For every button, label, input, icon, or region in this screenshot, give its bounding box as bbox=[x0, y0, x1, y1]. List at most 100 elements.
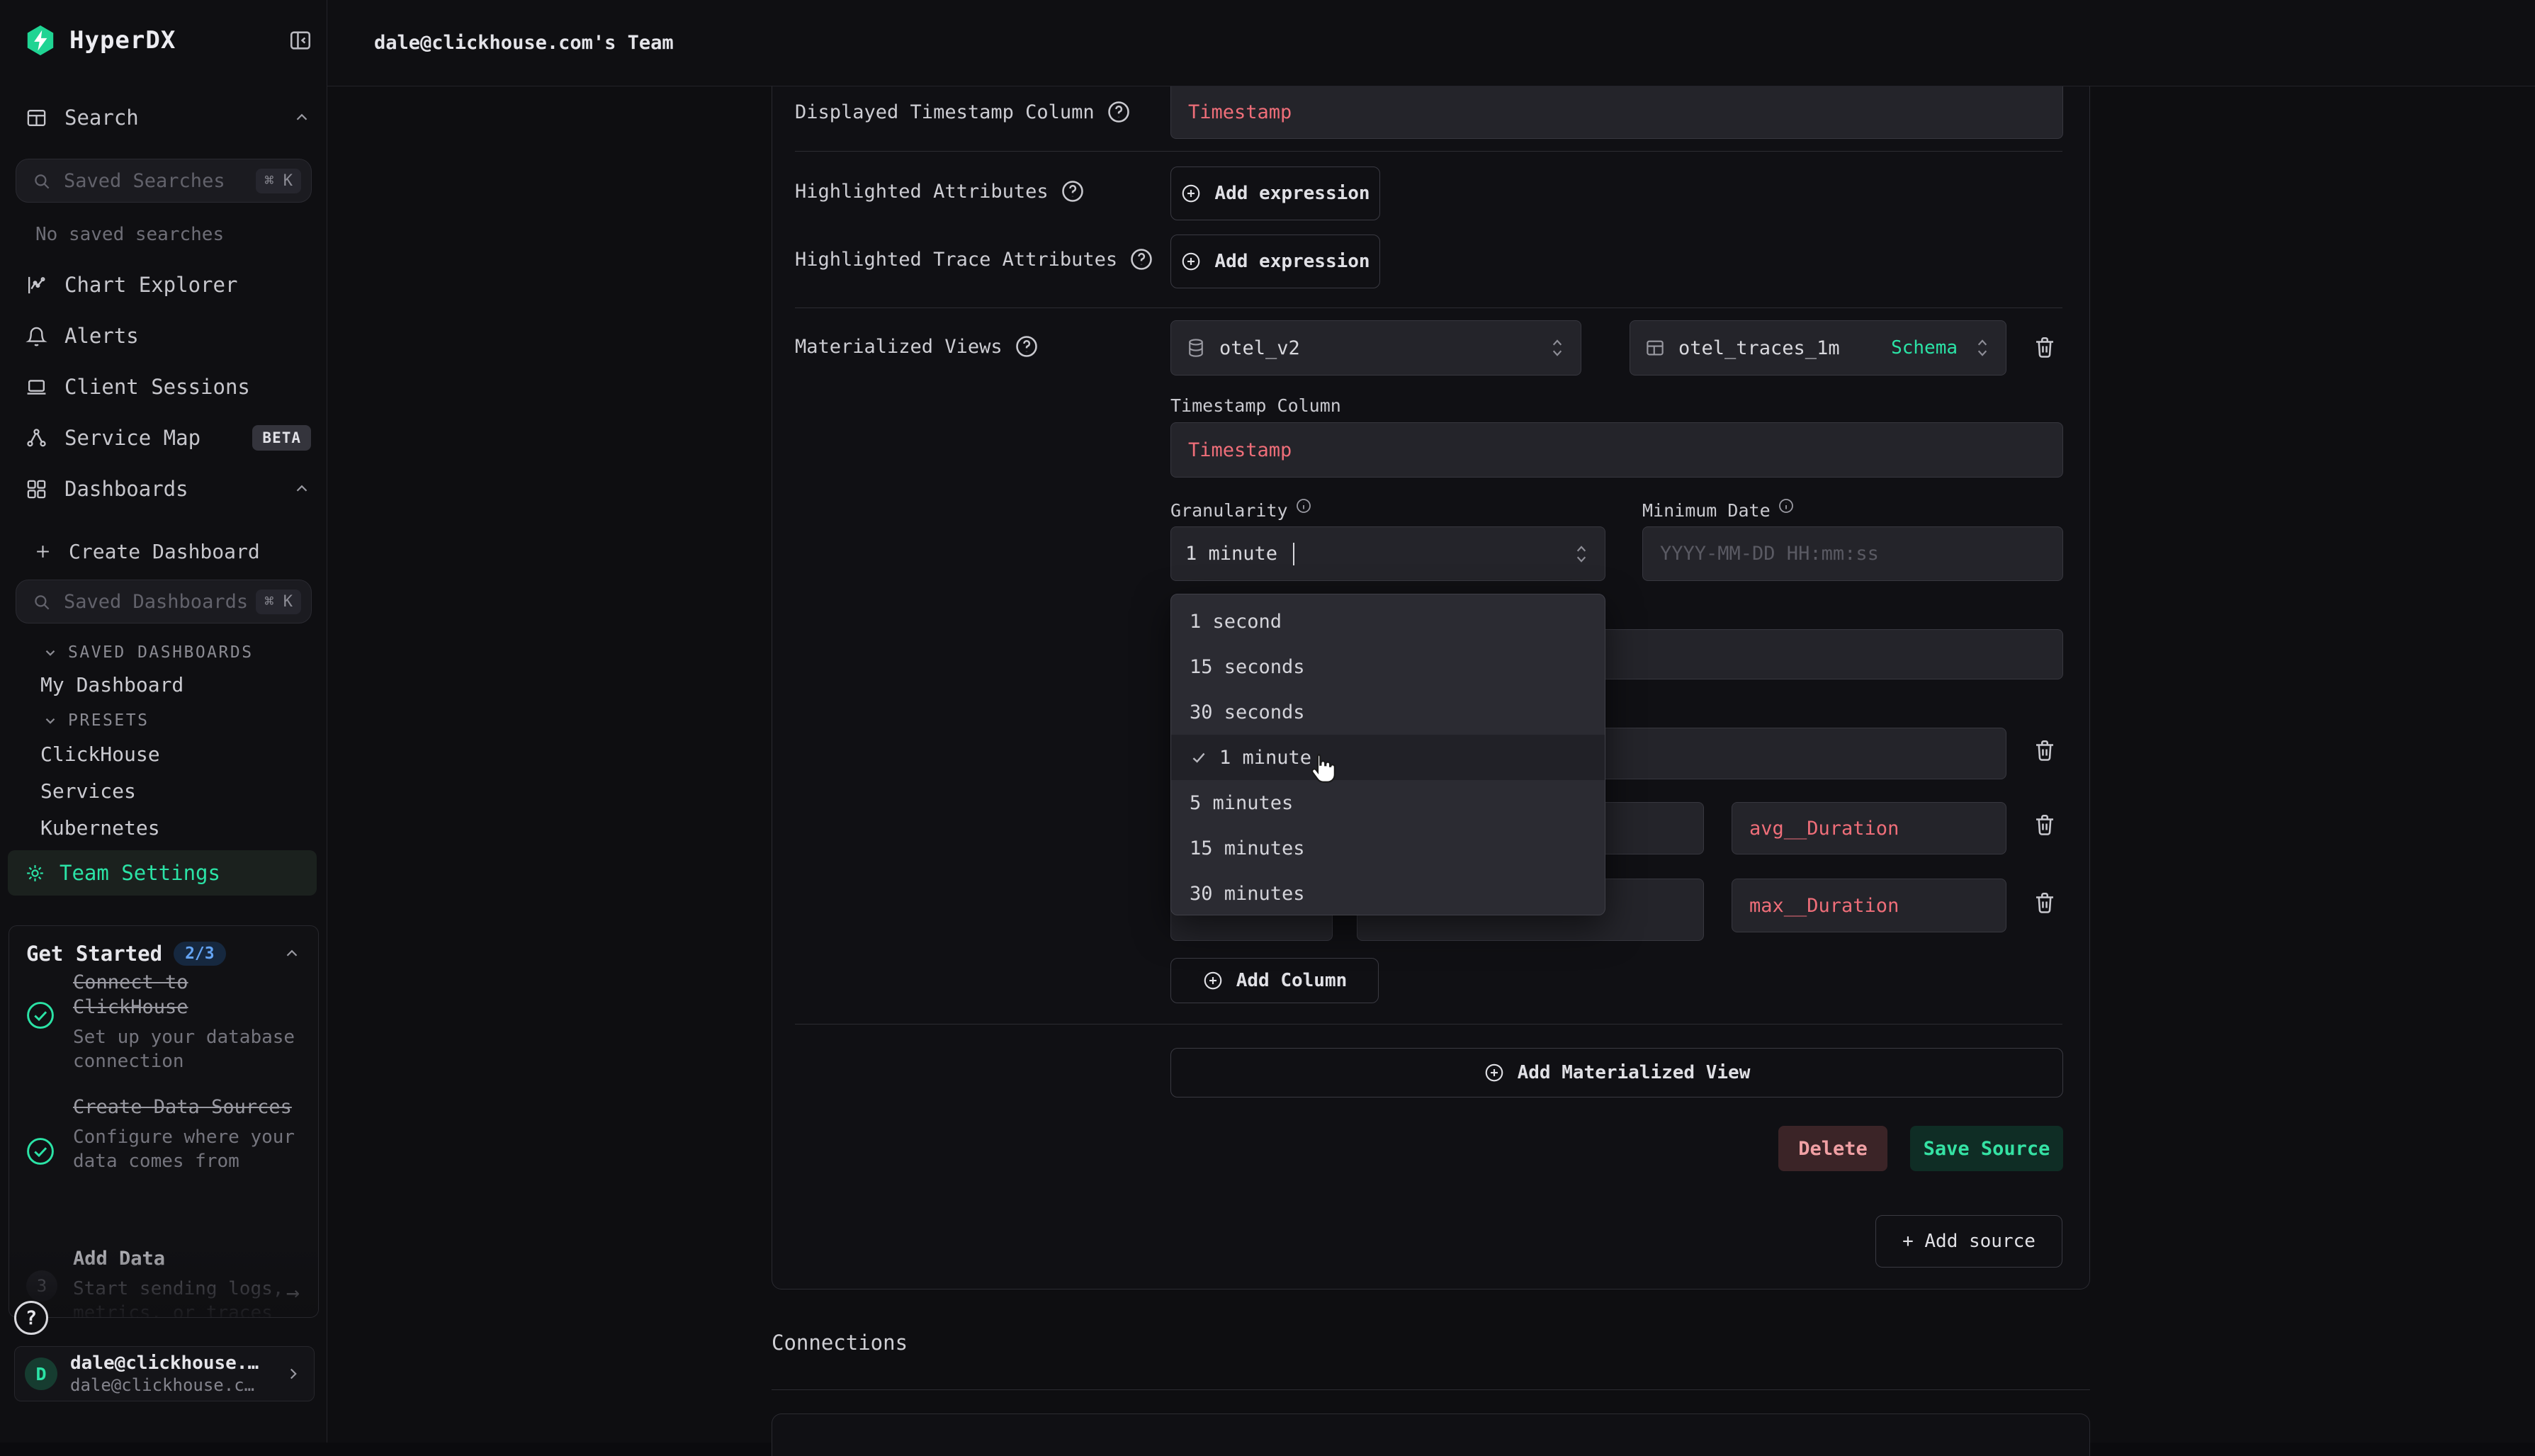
granularity-value: 1 minute bbox=[1185, 543, 1277, 565]
add-source-button[interactable]: + Add source bbox=[1875, 1215, 2062, 1268]
column-alias-input[interactable]: avg__Duration bbox=[1732, 802, 2006, 854]
sidebar-item-clickhouse[interactable]: ClickHouse bbox=[40, 743, 160, 766]
app-root: HyperDX Search Saved Searches ⌘ K No sav… bbox=[0, 0, 2535, 1443]
add-column-button[interactable]: Add Column bbox=[1170, 958, 1379, 1003]
plus-circle-icon bbox=[1180, 183, 1202, 204]
add-expression-button[interactable]: Add expression bbox=[1170, 167, 1380, 220]
chart-explorer-icon bbox=[26, 274, 47, 296]
get-started-step[interactable]: Add Data Start sending logs, metrics, or… bbox=[73, 1246, 307, 1318]
step-title: Create Data Sources bbox=[73, 1095, 307, 1119]
save-source-button[interactable]: Save Source bbox=[1910, 1126, 2063, 1171]
help-icon[interactable] bbox=[1129, 247, 1154, 272]
get-started-step[interactable]: Create Data Sources Configure where your… bbox=[73, 1095, 307, 1173]
table-select[interactable]: otel_traces_1m Schema bbox=[1630, 320, 2006, 376]
step-title: Connect to ClickHouse bbox=[73, 970, 307, 1020]
sidebar-item-team-settings[interactable]: Team Settings bbox=[8, 850, 317, 896]
section-label-text: PRESETS bbox=[68, 711, 149, 730]
delete-column-icon[interactable] bbox=[2032, 890, 2057, 915]
chevron-up-icon[interactable] bbox=[283, 944, 301, 963]
schema-link[interactable]: Schema bbox=[1891, 337, 1958, 359]
displayed-timestamp-input[interactable] bbox=[1170, 86, 2063, 139]
field-label: Displayed Timestamp Column bbox=[795, 101, 1095, 123]
table-select-value: otel_traces_1m bbox=[1678, 337, 1840, 359]
dropdown-option-selected[interactable]: 1 minute bbox=[1171, 735, 1605, 780]
table-icon bbox=[1644, 337, 1666, 359]
saved-dashboards-section[interactable]: SAVED DASHBOARDS bbox=[43, 643, 254, 662]
saved-dashboards-input[interactable]: Saved Dashboards ⌘ K bbox=[16, 580, 312, 623]
bell-icon bbox=[26, 325, 47, 347]
column-alias-input[interactable]: max__Duration bbox=[1732, 879, 2006, 932]
delete-materialized-view-icon[interactable] bbox=[2032, 334, 2057, 360]
sidebar-item-services[interactable]: Services bbox=[40, 779, 136, 803]
section-label-text: SAVED DASHBOARDS bbox=[68, 643, 254, 662]
sidebar-item-my-dashboard[interactable]: My Dashboard bbox=[40, 673, 184, 696]
sidebar-item-alerts[interactable]: Alerts bbox=[26, 319, 311, 353]
beta-badge: BETA bbox=[252, 425, 311, 451]
shortcut-badge: ⌘ K bbox=[256, 589, 301, 614]
search-icon bbox=[32, 592, 51, 611]
add-expression-button[interactable]: Add expression bbox=[1170, 235, 1380, 288]
dropdown-option[interactable]: 15 seconds bbox=[1171, 644, 1605, 689]
help-button[interactable]: ? bbox=[14, 1301, 48, 1335]
delete-column-icon[interactable] bbox=[2032, 812, 2057, 837]
database-icon bbox=[1185, 337, 1207, 359]
database-select-value: otel_v2 bbox=[1219, 337, 1300, 359]
user-info: dale@clickhouse.… dale@clickhouse.c… bbox=[70, 1353, 259, 1395]
delete-column-icon[interactable] bbox=[2032, 738, 2057, 763]
step-desc: Configure where your data comes from bbox=[73, 1125, 307, 1173]
presets-section[interactable]: PRESETS bbox=[43, 711, 149, 730]
service-map-icon bbox=[26, 427, 47, 449]
add-expression-label: Add expression bbox=[1214, 183, 1370, 204]
highlighted-trace-attributes-label-row: Highlighted Trace Attributes bbox=[795, 247, 1154, 272]
dropdown-option[interactable]: 15 minutes bbox=[1171, 825, 1605, 871]
laptop-icon bbox=[26, 376, 47, 398]
check-circle-icon bbox=[25, 1000, 56, 1031]
dropdown-option[interactable]: 5 minutes bbox=[1171, 780, 1605, 825]
dropdown-option[interactable]: 30 minutes bbox=[1171, 871, 1605, 916]
help-icon[interactable] bbox=[1106, 99, 1131, 125]
chevron-up-icon[interactable] bbox=[293, 480, 311, 498]
granularity-select[interactable]: 1 minute bbox=[1170, 526, 1605, 581]
info-icon[interactable] bbox=[1295, 497, 1312, 514]
granularity-label: Granularity bbox=[1170, 500, 1312, 521]
sidebar-item-dashboards[interactable]: Dashboards bbox=[26, 472, 311, 506]
search-icon bbox=[32, 171, 51, 191]
mv-timestamp-column-input[interactable] bbox=[1170, 422, 2063, 478]
label-text: Granularity bbox=[1170, 500, 1288, 521]
delete-button[interactable]: Delete bbox=[1778, 1126, 1887, 1171]
sidebar-item-label: Service Map bbox=[64, 426, 201, 450]
label-text: Timestamp Column bbox=[1170, 395, 1341, 416]
chevron-updown-icon bbox=[1572, 543, 1591, 565]
sidebar-item-client-sessions[interactable]: Client Sessions bbox=[26, 370, 311, 404]
logo-row: HyperDX bbox=[24, 24, 312, 57]
collapse-sidebar-icon[interactable] bbox=[288, 28, 312, 52]
team-settings-label: Team Settings bbox=[60, 861, 220, 885]
dropdown-option[interactable]: 1 second bbox=[1171, 599, 1605, 644]
add-materialized-view-button[interactable]: Add Materialized View bbox=[1170, 1048, 2063, 1097]
arrow-right-icon[interactable]: → bbox=[286, 1279, 300, 1306]
step-title: Add Data bbox=[73, 1246, 307, 1271]
label-text: Minimum Date bbox=[1642, 500, 1771, 521]
sidebar-item-service-map[interactable]: Service Map BETA bbox=[26, 421, 311, 455]
minimum-date-input[interactable] bbox=[1642, 526, 2063, 581]
add-column-label: Add Column bbox=[1236, 970, 1348, 991]
divider bbox=[795, 151, 2062, 152]
info-icon[interactable] bbox=[1778, 497, 1795, 514]
database-select[interactable]: otel_v2 bbox=[1170, 320, 1581, 376]
help-icon[interactable] bbox=[1060, 179, 1085, 204]
sidebar-item-search[interactable]: Search bbox=[26, 101, 311, 135]
user-menu[interactable]: D dale@clickhouse.… dale@clickhouse.c… bbox=[14, 1346, 315, 1401]
dropdown-option[interactable]: 30 seconds bbox=[1171, 689, 1605, 735]
minimum-date-label: Minimum Date bbox=[1642, 500, 1795, 521]
sidebar-item-chart-explorer[interactable]: Chart Explorer bbox=[26, 268, 311, 302]
get-started-step[interactable]: Connect to ClickHouse Set up your databa… bbox=[73, 970, 307, 1073]
field-label: Materialized Views bbox=[795, 336, 1003, 358]
help-icon[interactable] bbox=[1014, 334, 1039, 359]
get-started-header[interactable]: Get Started 2/3 bbox=[26, 942, 301, 966]
sidebar-item-kubernetes[interactable]: Kubernetes bbox=[40, 816, 160, 840]
chevron-up-icon[interactable] bbox=[293, 108, 311, 127]
create-dashboard-button[interactable]: Create Dashboard bbox=[34, 534, 311, 568]
sidebar-item-label: Chart Explorer bbox=[64, 273, 237, 297]
saved-searches-input[interactable]: Saved Searches ⌘ K bbox=[16, 159, 312, 203]
check-circle-icon bbox=[25, 1136, 56, 1167]
